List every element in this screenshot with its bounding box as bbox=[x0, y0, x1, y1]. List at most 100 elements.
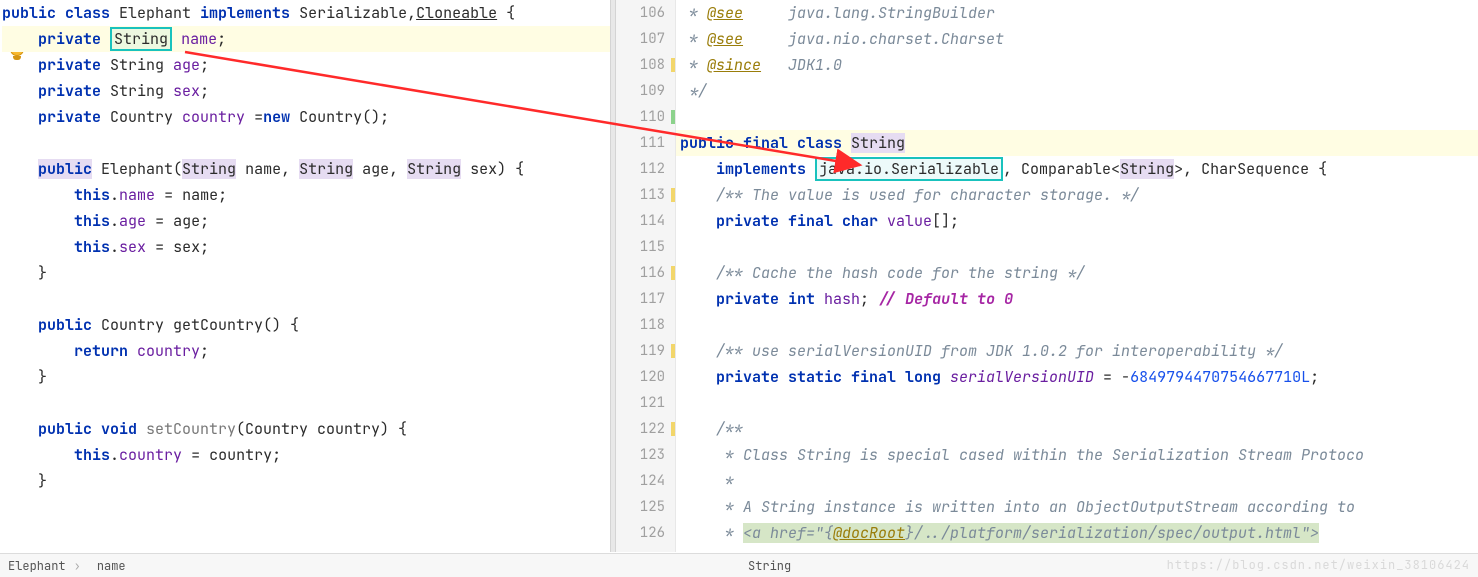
code-line[interactable]: } bbox=[2, 468, 610, 494]
line-number: 120 bbox=[616, 364, 675, 390]
code-line[interactable]: * @see java.lang.StringBuilder bbox=[676, 0, 1478, 26]
code-token bbox=[2, 185, 74, 205]
code-token: ; bbox=[217, 29, 226, 49]
code-line[interactable]: this.age = age; bbox=[2, 208, 610, 234]
code-line[interactable]: * bbox=[676, 468, 1478, 494]
code-line[interactable]: private String age; bbox=[2, 52, 610, 78]
code-token bbox=[2, 81, 38, 101]
code-token: String bbox=[110, 55, 173, 75]
code-token bbox=[680, 107, 689, 127]
code-token: sex bbox=[119, 237, 146, 257]
code-token: implements bbox=[200, 3, 299, 23]
code-line[interactable] bbox=[676, 390, 1478, 416]
code-line[interactable]: public class Elephant implements Seriali… bbox=[2, 0, 610, 26]
code-token: @see bbox=[707, 3, 743, 23]
code-token: java.nio.charset.Charset bbox=[743, 29, 1004, 49]
code-token bbox=[680, 211, 716, 231]
code-token: age bbox=[119, 211, 146, 231]
line-number: 116 bbox=[616, 260, 675, 286]
code-line[interactable] bbox=[676, 104, 1478, 130]
code-token: ; bbox=[1310, 367, 1319, 387]
code-token: * bbox=[680, 29, 707, 49]
code-line[interactable]: private Country country =new Country(); bbox=[2, 104, 610, 130]
code-line[interactable]: public void setCountry(Country country) … bbox=[2, 416, 610, 442]
code-token: } bbox=[2, 471, 47, 491]
code-token: Serializable bbox=[299, 3, 407, 23]
code-token: * Class String is special cased within t… bbox=[680, 445, 1364, 465]
code-token: (Country country) { bbox=[236, 419, 407, 439]
breadcrumb-item[interactable]: Elephant bbox=[0, 558, 89, 574]
breadcrumb-right[interactable]: String bbox=[740, 558, 799, 574]
right-gutter: 1061071081091101111121131141151161171181… bbox=[616, 0, 676, 552]
code-token bbox=[680, 419, 716, 439]
code-line[interactable]: * @see java.nio.charset.Charset bbox=[676, 26, 1478, 52]
code-token: private int bbox=[716, 289, 824, 309]
code-line[interactable]: /** use serialVersionUID from JDK 1.0.2 … bbox=[676, 338, 1478, 364]
code-token: = bbox=[245, 107, 263, 127]
code-line[interactable]: /** Cache the hash code for the string *… bbox=[676, 260, 1478, 286]
code-token bbox=[2, 419, 38, 439]
code-token: private final char bbox=[716, 211, 887, 231]
code-token: , Comparable< bbox=[1003, 159, 1120, 179]
code-line[interactable]: this.name = name; bbox=[2, 182, 610, 208]
code-token: new bbox=[263, 107, 299, 127]
code-token: @docRoot bbox=[833, 523, 905, 543]
code-line[interactable]: return country; bbox=[2, 338, 610, 364]
code-token bbox=[2, 289, 11, 309]
code-line[interactable]: * <a href="{@docRoot}/../platform/serial… bbox=[676, 520, 1478, 546]
code-line[interactable]: } bbox=[2, 364, 610, 390]
code-token: country bbox=[182, 107, 245, 127]
code-line[interactable]: /** bbox=[676, 416, 1478, 442]
code-line[interactable] bbox=[676, 312, 1478, 338]
code-token: String bbox=[1120, 159, 1174, 179]
code-token bbox=[2, 211, 74, 231]
editor-right[interactable]: 1061071081091101111121131141151161171181… bbox=[616, 0, 1478, 552]
left-code-area[interactable]: public class Elephant implements Seriali… bbox=[0, 0, 610, 494]
code-line[interactable]: public Country getCountry() { bbox=[2, 312, 610, 338]
code-line[interactable]: private final char value[]; bbox=[676, 208, 1478, 234]
code-line[interactable]: this.sex = sex; bbox=[2, 234, 610, 260]
breadcrumb-item[interactable]: name bbox=[89, 558, 134, 574]
code-line[interactable]: * Class String is special cased within t… bbox=[676, 442, 1478, 468]
code-token: String bbox=[182, 159, 236, 179]
code-line[interactable] bbox=[676, 234, 1478, 260]
line-number: 114 bbox=[616, 208, 675, 234]
code-token: . bbox=[110, 211, 119, 231]
code-token: } bbox=[2, 367, 47, 387]
code-line[interactable]: implements java.io.Serializable, Compara… bbox=[676, 156, 1478, 182]
code-token: ; bbox=[200, 341, 209, 361]
code-token: = - bbox=[1094, 367, 1130, 387]
code-token: = country; bbox=[182, 445, 281, 465]
code-token: <a href="{ bbox=[743, 523, 833, 543]
code-line[interactable]: private int hash; // Default to 0 bbox=[676, 286, 1478, 312]
code-token bbox=[680, 393, 689, 413]
code-line[interactable]: * A String instance is written into an O… bbox=[676, 494, 1478, 520]
code-line[interactable]: /** The value is used for character stor… bbox=[676, 182, 1478, 208]
code-line[interactable]: private static final long serialVersionU… bbox=[676, 364, 1478, 390]
code-token: hash bbox=[824, 289, 860, 309]
code-line[interactable]: private String name; bbox=[2, 26, 610, 52]
line-number: 125 bbox=[616, 494, 675, 520]
code-line[interactable]: public Elephant(String name, String age,… bbox=[2, 156, 610, 182]
code-token: // Default to 0 bbox=[878, 289, 1013, 309]
code-token: this bbox=[74, 445, 110, 465]
editor-left[interactable]: public class Elephant implements Seriali… bbox=[0, 0, 610, 552]
code-line[interactable]: * @since JDK1.0 bbox=[676, 52, 1478, 78]
code-line[interactable]: private String sex; bbox=[2, 78, 610, 104]
code-token: . bbox=[110, 445, 119, 465]
code-token: }/../platform/serialization/spec/output.… bbox=[905, 523, 1319, 543]
code-token: ; bbox=[200, 55, 209, 75]
code-line[interactable] bbox=[2, 390, 610, 416]
right-code-area[interactable]: * @see java.lang.StringBuilder * @see ja… bbox=[676, 0, 1478, 552]
code-token: private bbox=[38, 107, 110, 127]
line-number: 117 bbox=[616, 286, 675, 312]
code-token: age, bbox=[353, 159, 407, 179]
code-line[interactable] bbox=[2, 130, 610, 156]
code-line[interactable] bbox=[2, 286, 610, 312]
code-token: implements bbox=[716, 159, 815, 179]
code-line[interactable]: this.country = country; bbox=[2, 442, 610, 468]
code-line[interactable]: } bbox=[2, 260, 610, 286]
code-line[interactable]: public final class String bbox=[676, 130, 1478, 156]
code-line[interactable]: */ bbox=[676, 78, 1478, 104]
code-token: /** use serialVersionUID from JDK 1.0.2 … bbox=[716, 341, 1283, 361]
